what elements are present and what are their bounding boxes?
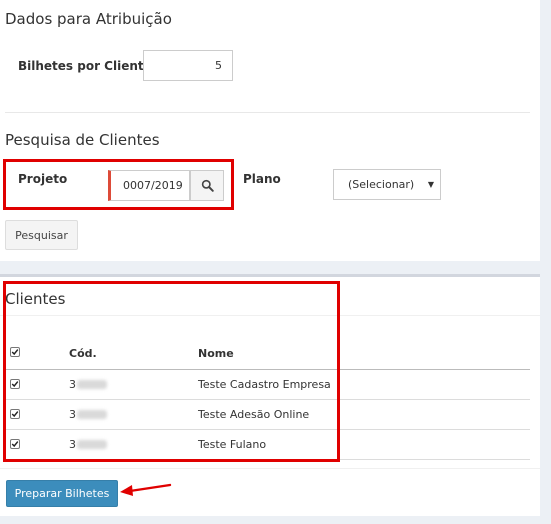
divider	[0, 468, 540, 469]
bilhetes-por-cliente-label: Bilhetes por Cliente	[18, 59, 152, 73]
attribution-section-title: Dados para Atribuição	[5, 10, 172, 28]
clientes-highlight-box	[3, 281, 340, 462]
plano-select[interactable]: (Selecionar) ▼	[333, 169, 441, 200]
arrow-annotation-icon	[120, 483, 172, 496]
preparar-bilhetes-button[interactable]: Preparar Bilhetes	[6, 480, 118, 507]
pesquisa-section-title: Pesquisa de Clientes	[5, 131, 160, 149]
divider	[5, 112, 530, 113]
plano-label: Plano	[243, 172, 281, 186]
projeto-highlight-box	[3, 159, 234, 210]
pesquisar-button[interactable]: Pesquisar	[5, 220, 78, 250]
plano-select-value: (Selecionar)	[348, 178, 415, 191]
bilhetes-por-cliente-input[interactable]: 5	[143, 50, 233, 81]
chevron-down-icon: ▼	[427, 180, 434, 189]
